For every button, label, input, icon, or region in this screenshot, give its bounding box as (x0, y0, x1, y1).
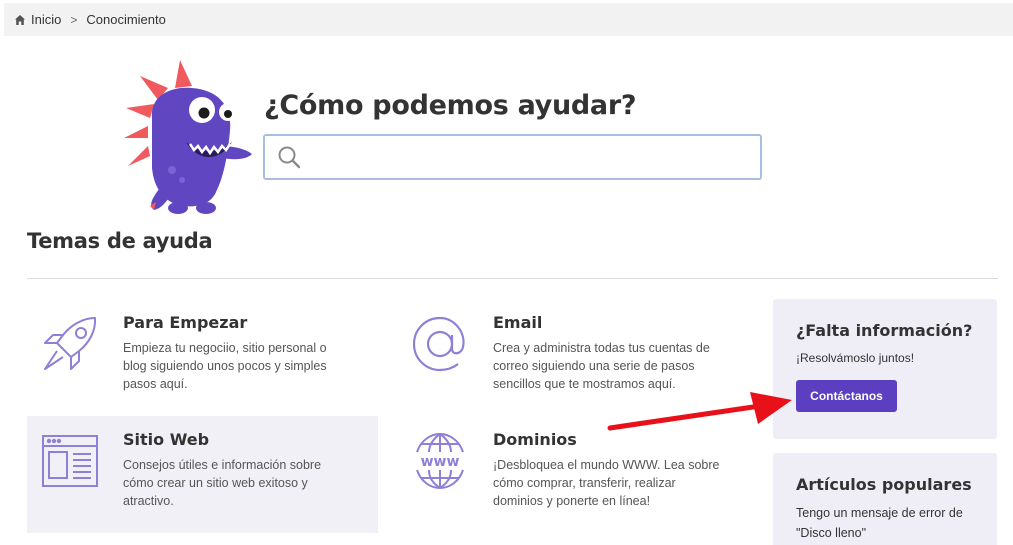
topic-title: Dominios (493, 430, 577, 449)
rocket-icon (44, 317, 97, 370)
missing-info-panel: ¿Falta información? ¡Resolvámoslo juntos… (773, 299, 997, 439)
home-icon (15, 14, 25, 25)
topic-description: Consejos útiles e información sobre cómo… (123, 458, 322, 508)
topic-title: Para Empezar (123, 313, 248, 332)
topic-description: Crea y administra todas tus cuentas de c… (493, 341, 710, 391)
divider (27, 278, 998, 279)
topic-getting-started[interactable]: Para Empezar Empieza tu negociio, sitio … (27, 299, 378, 416)
section-title: Temas de ayuda (27, 229, 213, 253)
breadcrumb-home-link[interactable]: Inicio (31, 12, 61, 27)
annotation-arrow (607, 392, 792, 431)
monster-mascot (124, 60, 252, 214)
webpage-layout-icon (42, 435, 98, 487)
breadcrumb-current: Conocimiento (86, 12, 166, 27)
at-sign-icon (412, 316, 465, 372)
panel-title: Artículos populares (796, 475, 972, 494)
www-globe-icon: www (416, 432, 464, 490)
breadcrumb: Inicio > Conocimiento (4, 3, 1013, 36)
search-box[interactable] (263, 134, 762, 180)
contact-button[interactable]: Contáctanos (796, 380, 897, 412)
popular-article-link[interactable]: Tengo un mensaje de error de "Disco llen… (796, 503, 986, 543)
topic-title: Email (493, 313, 543, 332)
topic-description: ¡Desbloquea el mundo WWW. Lea sobre cómo… (493, 458, 720, 508)
panel-title: ¿Falta información? (796, 321, 973, 340)
topic-website[interactable]: Sitio Web Consejos útiles e información … (27, 416, 378, 533)
popular-articles-panel: Artículos populares Tengo un mensaje de … (773, 453, 997, 545)
topic-description: Empieza tu negociio, sitio personal o bl… (123, 341, 327, 391)
panel-subtitle: ¡Resolvámoslo juntos! (796, 351, 915, 365)
breadcrumb-separator: > (70, 12, 78, 27)
search-icon (278, 146, 301, 169)
svg-text:www: www (421, 454, 460, 470)
page-title: ¿Cómo podemos ayudar? (264, 90, 637, 121)
search-input[interactable] (301, 136, 760, 178)
topic-title: Sitio Web (123, 430, 210, 449)
